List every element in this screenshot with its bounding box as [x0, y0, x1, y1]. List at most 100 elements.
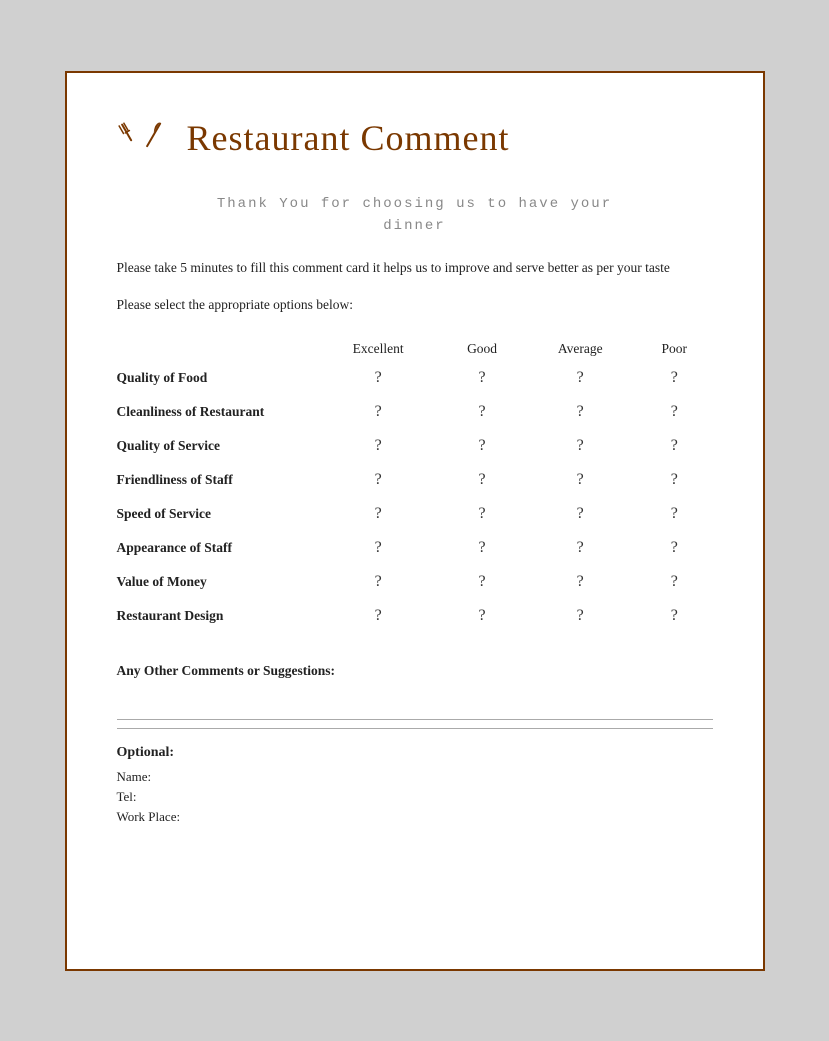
optional-field-label: Tel:: [117, 789, 713, 805]
divider-1: [117, 719, 713, 720]
radio-average[interactable]: ?: [524, 395, 636, 429]
radio-symbol[interactable]: ?: [577, 607, 584, 624]
radio-poor[interactable]: ?: [636, 395, 712, 429]
instruction-text: Please select the appropriate options be…: [117, 297, 713, 313]
radio-symbol[interactable]: ?: [671, 403, 678, 420]
radio-symbol[interactable]: ?: [479, 403, 486, 420]
radio-average[interactable]: ?: [524, 497, 636, 531]
radio-symbol[interactable]: ?: [577, 369, 584, 386]
radio-symbol[interactable]: ?: [671, 539, 678, 556]
radio-average[interactable]: ?: [524, 565, 636, 599]
radio-average[interactable]: ?: [524, 531, 636, 565]
radio-symbol[interactable]: ?: [671, 505, 678, 522]
comments-label: Any Other Comments or Suggestions:: [117, 663, 713, 679]
radio-good[interactable]: ?: [440, 531, 525, 565]
radio-excellent[interactable]: ?: [317, 497, 440, 531]
radio-symbol[interactable]: ?: [375, 369, 382, 386]
header: Restaurant Comment: [117, 113, 713, 163]
table-row: Appearance of Staff????: [117, 531, 713, 565]
radio-symbol[interactable]: ?: [375, 437, 382, 454]
radio-symbol[interactable]: ?: [671, 573, 678, 590]
radio-good[interactable]: ?: [440, 565, 525, 599]
table-row: Cleanliness of Restaurant????: [117, 395, 713, 429]
radio-symbol[interactable]: ?: [375, 607, 382, 624]
radio-poor[interactable]: ?: [636, 361, 712, 395]
radio-symbol[interactable]: ?: [479, 471, 486, 488]
table-row: Quality of Food????: [117, 361, 713, 395]
radio-average[interactable]: ?: [524, 429, 636, 463]
restaurant-icon: [117, 113, 167, 163]
table-row: Quality of Service????: [117, 429, 713, 463]
radio-symbol[interactable]: ?: [479, 369, 486, 386]
radio-symbol[interactable]: ?: [375, 505, 382, 522]
col-header-average: Average: [524, 337, 636, 361]
radio-symbol[interactable]: ?: [375, 471, 382, 488]
radio-symbol[interactable]: ?: [479, 505, 486, 522]
radio-average[interactable]: ?: [524, 361, 636, 395]
radio-good[interactable]: ?: [440, 497, 525, 531]
radio-poor[interactable]: ?: [636, 531, 712, 565]
col-header-good: Good: [440, 337, 525, 361]
radio-symbol[interactable]: ?: [577, 403, 584, 420]
radio-average[interactable]: ?: [524, 599, 636, 633]
optional-field-label: Work Place:: [117, 809, 713, 825]
radio-symbol[interactable]: ?: [375, 573, 382, 590]
radio-good[interactable]: ?: [440, 395, 525, 429]
radio-excellent[interactable]: ?: [317, 395, 440, 429]
radio-symbol[interactable]: ?: [577, 437, 584, 454]
radio-symbol[interactable]: ?: [577, 471, 584, 488]
radio-symbol[interactable]: ?: [479, 539, 486, 556]
col-header-excellent: Excellent: [317, 337, 440, 361]
radio-excellent[interactable]: ?: [317, 565, 440, 599]
row-label: Value of Money: [117, 565, 317, 599]
page-container: Restaurant Comment Thank You for choosin…: [65, 71, 765, 971]
row-label: Quality of Service: [117, 429, 317, 463]
radio-symbol[interactable]: ?: [375, 539, 382, 556]
radio-poor[interactable]: ?: [636, 429, 712, 463]
optional-section: Optional: Name: Tel: Work Place:: [117, 745, 713, 825]
radio-poor[interactable]: ?: [636, 463, 712, 497]
optional-field-label: Name:: [117, 769, 713, 785]
optional-fields: Name: Tel: Work Place:: [117, 769, 713, 825]
radio-good[interactable]: ?: [440, 599, 525, 633]
radio-symbol[interactable]: ?: [671, 471, 678, 488]
rating-table: Excellent Good Average Poor Quality of F…: [117, 337, 713, 633]
radio-poor[interactable]: ?: [636, 565, 712, 599]
thank-you-text: Thank You for choosing us to have your d…: [117, 193, 713, 238]
radio-symbol[interactable]: ?: [479, 437, 486, 454]
radio-excellent[interactable]: ?: [317, 361, 440, 395]
table-row: Speed of Service????: [117, 497, 713, 531]
row-label: Appearance of Staff: [117, 531, 317, 565]
radio-excellent[interactable]: ?: [317, 463, 440, 497]
description-text: Please take 5 minutes to fill this comme…: [117, 257, 713, 279]
table-row: Value of Money????: [117, 565, 713, 599]
radio-symbol[interactable]: ?: [577, 539, 584, 556]
row-label: Cleanliness of Restaurant: [117, 395, 317, 429]
comments-section: Any Other Comments or Suggestions:: [117, 663, 713, 729]
radio-good[interactable]: ?: [440, 463, 525, 497]
radio-excellent[interactable]: ?: [317, 429, 440, 463]
row-label: Restaurant Design: [117, 599, 317, 633]
col-header-category: [117, 337, 317, 361]
divider-2: [117, 728, 713, 729]
radio-good[interactable]: ?: [440, 361, 525, 395]
radio-symbol[interactable]: ?: [671, 607, 678, 624]
table-row: Restaurant Design????: [117, 599, 713, 633]
radio-poor[interactable]: ?: [636, 497, 712, 531]
row-label: Friendliness of Staff: [117, 463, 317, 497]
radio-average[interactable]: ?: [524, 463, 636, 497]
radio-symbol[interactable]: ?: [479, 607, 486, 624]
radio-good[interactable]: ?: [440, 429, 525, 463]
radio-symbol[interactable]: ?: [671, 369, 678, 386]
radio-symbol[interactable]: ?: [479, 573, 486, 590]
radio-excellent[interactable]: ?: [317, 599, 440, 633]
radio-symbol[interactable]: ?: [671, 437, 678, 454]
radio-excellent[interactable]: ?: [317, 531, 440, 565]
optional-title: Optional:: [117, 745, 713, 761]
radio-poor[interactable]: ?: [636, 599, 712, 633]
table-row: Friendliness of Staff????: [117, 463, 713, 497]
radio-symbol[interactable]: ?: [577, 505, 584, 522]
radio-symbol[interactable]: ?: [577, 573, 584, 590]
radio-symbol[interactable]: ?: [375, 403, 382, 420]
row-label: Speed of Service: [117, 497, 317, 531]
